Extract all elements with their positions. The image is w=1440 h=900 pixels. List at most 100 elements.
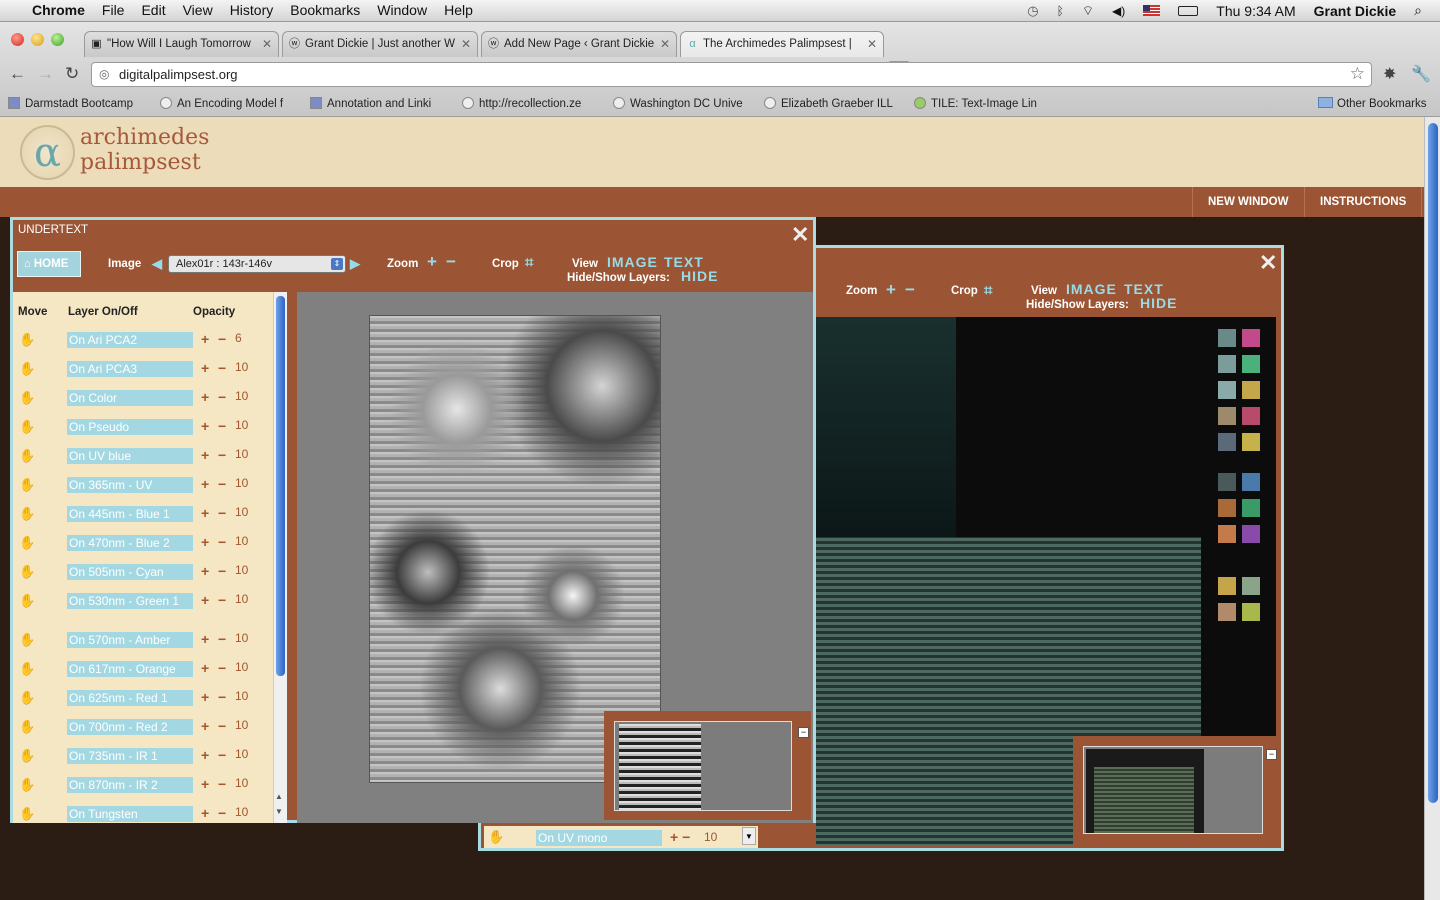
opacity-decrease-icon[interactable]: −: [218, 592, 226, 608]
menu-history[interactable]: History: [230, 2, 274, 18]
navigator-frame[interactable]: [614, 721, 792, 811]
opacity-decrease-icon[interactable]: −: [218, 447, 226, 463]
layer-toggle[interactable]: On 445nm - Blue 1: [67, 506, 193, 522]
bookmark-item[interactable]: Darmstadt Bootcamp: [8, 97, 133, 110]
opacity-decrease-icon[interactable]: −: [218, 389, 226, 405]
close-panel-icon[interactable]: ✕: [1259, 250, 1277, 276]
opacity-increase-icon[interactable]: +: [201, 447, 209, 463]
new-window-link[interactable]: NEW WINDOW: [1192, 187, 1303, 217]
opacity-increase-icon[interactable]: +: [201, 689, 209, 705]
forward-icon[interactable]: →: [37, 64, 54, 84]
opacity-decrease-icon[interactable]: −: [218, 563, 226, 579]
navigator-frame[interactable]: [1083, 746, 1263, 834]
drag-hand-icon[interactable]: ✋: [19, 419, 35, 435]
bookmark-item[interactable]: TILE: Text-Image Lin: [914, 97, 1037, 110]
navigator-thumbnail-2[interactable]: −: [1073, 736, 1279, 845]
layer-toggle[interactable]: On 735nm - IR 1: [67, 748, 193, 764]
spotlight-icon[interactable]: ⌕: [1414, 2, 1422, 19]
bookmark-item[interactable]: Elizabeth Graeber ILL: [764, 97, 893, 110]
image-select[interactable]: Alex01r : 143r-146v ⇕: [168, 255, 346, 273]
drag-hand-icon[interactable]: ✋: [19, 564, 35, 580]
opacity-increase-icon[interactable]: +: [201, 360, 209, 376]
opacity-decrease-icon[interactable]: −: [218, 718, 226, 734]
hide-layers-button[interactable]: HIDE: [1140, 295, 1177, 311]
layer-toggle[interactable]: On UV mono: [536, 830, 662, 846]
opacity-increase-icon[interactable]: +: [201, 776, 209, 792]
minimize-navigator-icon[interactable]: −: [1266, 749, 1277, 760]
tab-archimedes[interactable]: α The Archimedes Palimpsest | ✕: [680, 31, 884, 57]
zoom-in-icon[interactable]: +: [886, 280, 896, 300]
opacity-plus-minus[interactable]: + −: [670, 829, 690, 845]
opacity-increase-icon[interactable]: +: [201, 505, 209, 521]
drag-hand-icon[interactable]: ✋: [19, 361, 35, 377]
opacity-increase-icon[interactable]: +: [201, 660, 209, 676]
reload-icon[interactable]: ↻: [65, 64, 79, 84]
bookmark-item[interactable]: Washington DC Unive: [613, 97, 743, 110]
drag-hand-icon[interactable]: ✋: [19, 632, 35, 648]
crop-icon[interactable]: ⌗: [525, 254, 533, 271]
volume-icon[interactable]: ◀): [1112, 4, 1125, 18]
layer-list-scrollbar[interactable]: ▲ ▼: [273, 292, 287, 823]
tab-grant-dickie[interactable]: ⓦ Grant Dickie | Just another W ✕: [282, 31, 478, 57]
app-menu[interactable]: Chrome: [32, 2, 85, 18]
scroll-down-icon[interactable]: ▼: [742, 827, 756, 845]
clock[interactable]: Thu 9:34 AM: [1216, 3, 1295, 19]
layer-toggle[interactable]: On 530nm - Green 1: [67, 593, 193, 609]
opacity-decrease-icon[interactable]: −: [218, 660, 226, 676]
opacity-increase-icon[interactable]: +: [201, 592, 209, 608]
minimize-navigator-icon[interactable]: −: [798, 727, 809, 738]
drag-hand-icon[interactable]: ✋: [488, 829, 504, 845]
opacity-decrease-icon[interactable]: −: [218, 476, 226, 492]
bookmark-item[interactable]: Annotation and Linki: [310, 97, 431, 110]
layer-toggle[interactable]: On Ari PCA3: [67, 361, 193, 377]
opacity-decrease-icon[interactable]: −: [218, 631, 226, 647]
menu-view[interactable]: View: [183, 2, 213, 18]
bluetooth-icon[interactable]: ᛒ: [1057, 4, 1064, 18]
opacity-decrease-icon[interactable]: −: [218, 747, 226, 763]
layer-toggle[interactable]: On UV blue: [67, 448, 193, 464]
opacity-decrease-icon[interactable]: −: [218, 418, 226, 434]
drag-hand-icon[interactable]: ✋: [19, 535, 35, 551]
zoom-in-icon[interactable]: +: [427, 252, 437, 272]
view-image-button[interactable]: IMAGE: [1066, 281, 1117, 297]
layer-toggle[interactable]: On 625nm - Red 1: [67, 690, 193, 706]
opacity-decrease-icon[interactable]: −: [218, 505, 226, 521]
opacity-increase-icon[interactable]: +: [201, 534, 209, 550]
minimize-window-button[interactable]: [31, 33, 44, 46]
layer-toggle[interactable]: On 505nm - Cyan: [67, 564, 193, 580]
time-machine-icon[interactable]: ◷: [1027, 3, 1038, 19]
view-image-button[interactable]: IMAGE: [607, 254, 658, 270]
close-tab-icon[interactable]: ✕: [867, 37, 877, 51]
layer-toggle[interactable]: On 870nm - IR 2: [67, 777, 193, 793]
opacity-increase-icon[interactable]: +: [201, 718, 209, 734]
crop-icon[interactable]: ⌗: [984, 282, 992, 299]
close-panel-icon[interactable]: ✕: [791, 222, 809, 248]
opacity-increase-icon[interactable]: +: [201, 747, 209, 763]
zoom-out-icon[interactable]: −: [446, 252, 456, 272]
next-image-icon[interactable]: ▶: [350, 256, 360, 272]
tab-add-new-page[interactable]: ⓦ Add New Page ‹ Grant Dickie ✕: [481, 31, 677, 57]
layer-toggle[interactable]: On Color: [67, 390, 193, 406]
layer-toggle[interactable]: On Ari PCA2: [67, 332, 193, 348]
bookmark-star-icon[interactable]: ☆: [1350, 64, 1365, 84]
menu-bookmarks[interactable]: Bookmarks: [290, 2, 360, 18]
drag-hand-icon[interactable]: ✋: [19, 332, 35, 348]
extension-icon[interactable]: ✸: [1383, 64, 1396, 84]
drag-hand-icon[interactable]: ✋: [19, 690, 35, 706]
opacity-decrease-icon[interactable]: −: [218, 689, 226, 705]
close-tab-icon[interactable]: ✕: [262, 37, 272, 51]
menu-help[interactable]: Help: [444, 2, 473, 18]
menu-window[interactable]: Window: [377, 2, 427, 18]
tab-laugh[interactable]: ▣ "How Will I Laugh Tomorrow ✕: [84, 31, 279, 57]
other-bookmarks[interactable]: Other Bookmarks: [1318, 97, 1426, 110]
alpha-logo-icon[interactable]: α: [20, 125, 75, 180]
scrollbar-thumb[interactable]: [1428, 123, 1438, 803]
close-tab-icon[interactable]: ✕: [461, 37, 471, 51]
prev-image-icon[interactable]: ◀: [152, 256, 162, 272]
layer-toggle[interactable]: On Tungsten: [67, 806, 193, 822]
bookmark-item[interactable]: http://recollection.ze: [462, 97, 581, 110]
instructions-link[interactable]: INSTRUCTIONS: [1304, 187, 1423, 217]
navigator-thumbnail-1[interactable]: −: [604, 711, 811, 820]
opacity-increase-icon[interactable]: +: [201, 476, 209, 492]
drag-hand-icon[interactable]: ✋: [19, 719, 35, 735]
